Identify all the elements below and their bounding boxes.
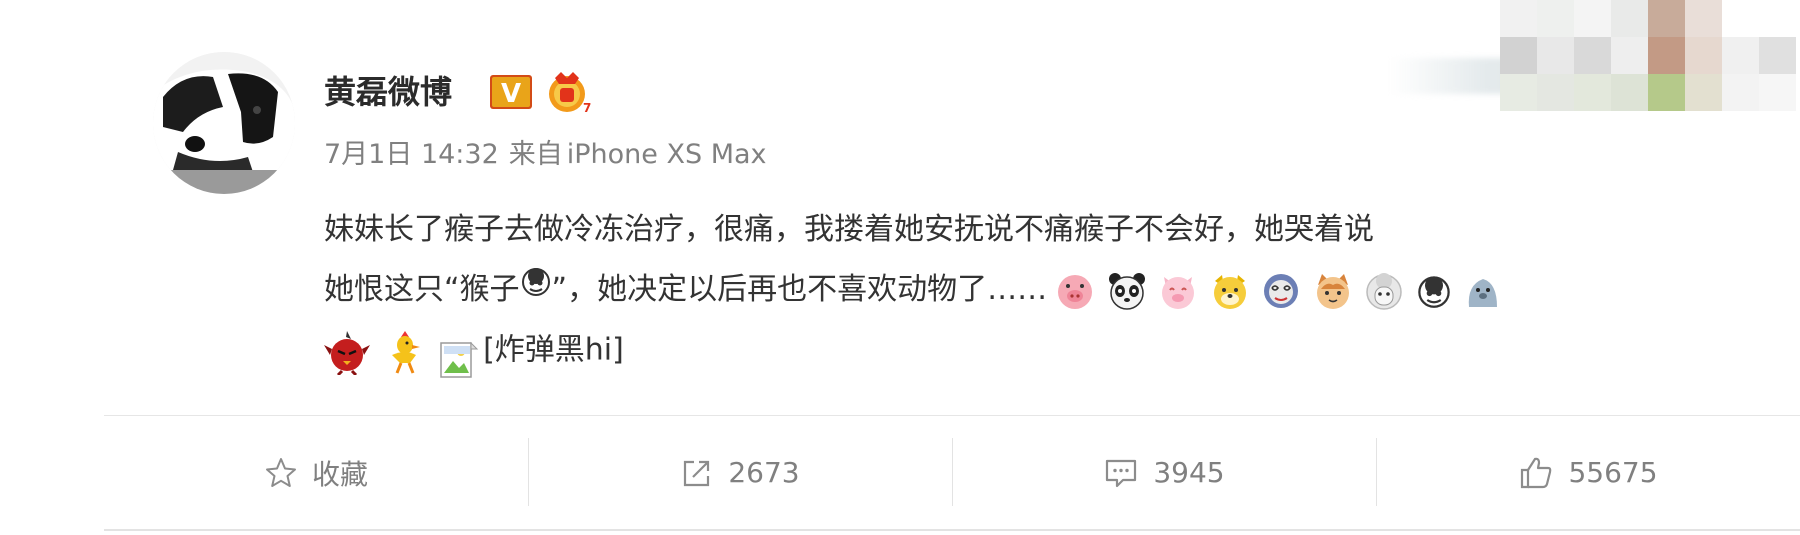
post-date[interactable]: 7月1日 14:32: [324, 139, 499, 170]
content-text-1: 妹妹长了瘊子去做冷冻治疗，很痛，我搂着她安抚说不痛瘊子不会好，她哭着说: [324, 212, 1374, 247]
action-bar: 收藏 2673 3945 55675: [104, 416, 1800, 529]
content-line-1: 妹妹长了瘊子去做冷冻治疗，很痛，我搂着她安抚说不痛瘊子不会好，她哭着说: [324, 200, 1744, 260]
favorite-label: 收藏: [311, 457, 368, 491]
repost-button[interactable]: 2673: [528, 416, 952, 529]
repost-icon: [684, 460, 710, 486]
favorite-button[interactable]: 收藏: [104, 416, 528, 529]
comment-count: 3945: [1153, 456, 1225, 489]
content-text-2b: ”，她决定以后再也不喜欢动物了……: [551, 272, 1048, 307]
content-text-2a: 她恨这只“猴子: [324, 272, 520, 307]
medal-icon[interactable]: 7: [545, 70, 591, 115]
like-count: 55675: [1568, 456, 1658, 489]
pig-emoji: [1058, 275, 1093, 309]
svg-text:7: 7: [583, 101, 591, 114]
verified-letter: V: [501, 79, 521, 109]
username[interactable]: 黄磊微博: [324, 72, 452, 112]
emoji-row: [1055, 261, 1505, 321]
avatar[interactable]: [153, 52, 295, 194]
pink-pig-emoji: [1162, 277, 1195, 309]
weibo-post-card: 黄磊微博 V 7 7月1日 14:32 来自 iPhone XS Max 妹妹长了瘊…: [0, 0, 1800, 535]
content-line-2: 她恨这只“猴子 ”，她决定以后再也不喜欢动物了……: [324, 260, 1744, 320]
star-icon: [265, 457, 296, 487]
comment-button[interactable]: 3945: [952, 416, 1376, 529]
source-prefix: 来自: [508, 139, 563, 170]
repost-count: 2673: [728, 456, 800, 489]
bomb-bird-emoji: [324, 330, 370, 376]
panda-emoji: [1108, 273, 1145, 310]
dizzy-emoji: [1264, 274, 1299, 308]
inline-sticker-tag: [炸弹黑hi]: [483, 332, 624, 368]
like-button[interactable]: 55675: [1376, 416, 1800, 529]
comment-icon: [1106, 459, 1137, 487]
post-meta: 7月1日 14:32 来自 iPhone XS Max: [324, 137, 777, 173]
post-content: 妹妹长了瘊子去做冷冻治疗，很痛，我搂着她安抚说不痛瘊子不会好，她哭着说 她恨这只…: [324, 200, 1744, 380]
thumbs-up-icon: [1521, 457, 1552, 488]
chicken-emoji: [391, 330, 420, 374]
card-bottom-border: [104, 529, 1800, 531]
dog-emoji: [1213, 275, 1246, 309]
monkey-emoji-2: [1418, 276, 1450, 308]
broken-image-icon: [439, 330, 479, 378]
content-line-3: [炸弹黑hi]: [324, 320, 1744, 380]
blurred-region: [1390, 0, 1800, 112]
verified-badge: V: [490, 75, 532, 109]
monkey-emoji: [520, 258, 552, 318]
source-device[interactable]: iPhone XS Max: [567, 139, 767, 170]
cat-emoji: [1316, 274, 1349, 309]
sheep-emoji: [1366, 273, 1403, 310]
seal-emoji: [1469, 279, 1498, 307]
